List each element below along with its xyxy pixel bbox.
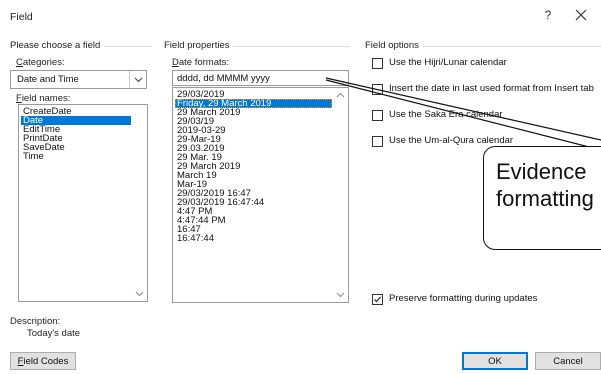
annotation-callout: Evidence formatting [483,146,601,250]
annotation-text: Evidence formatting [496,159,594,211]
